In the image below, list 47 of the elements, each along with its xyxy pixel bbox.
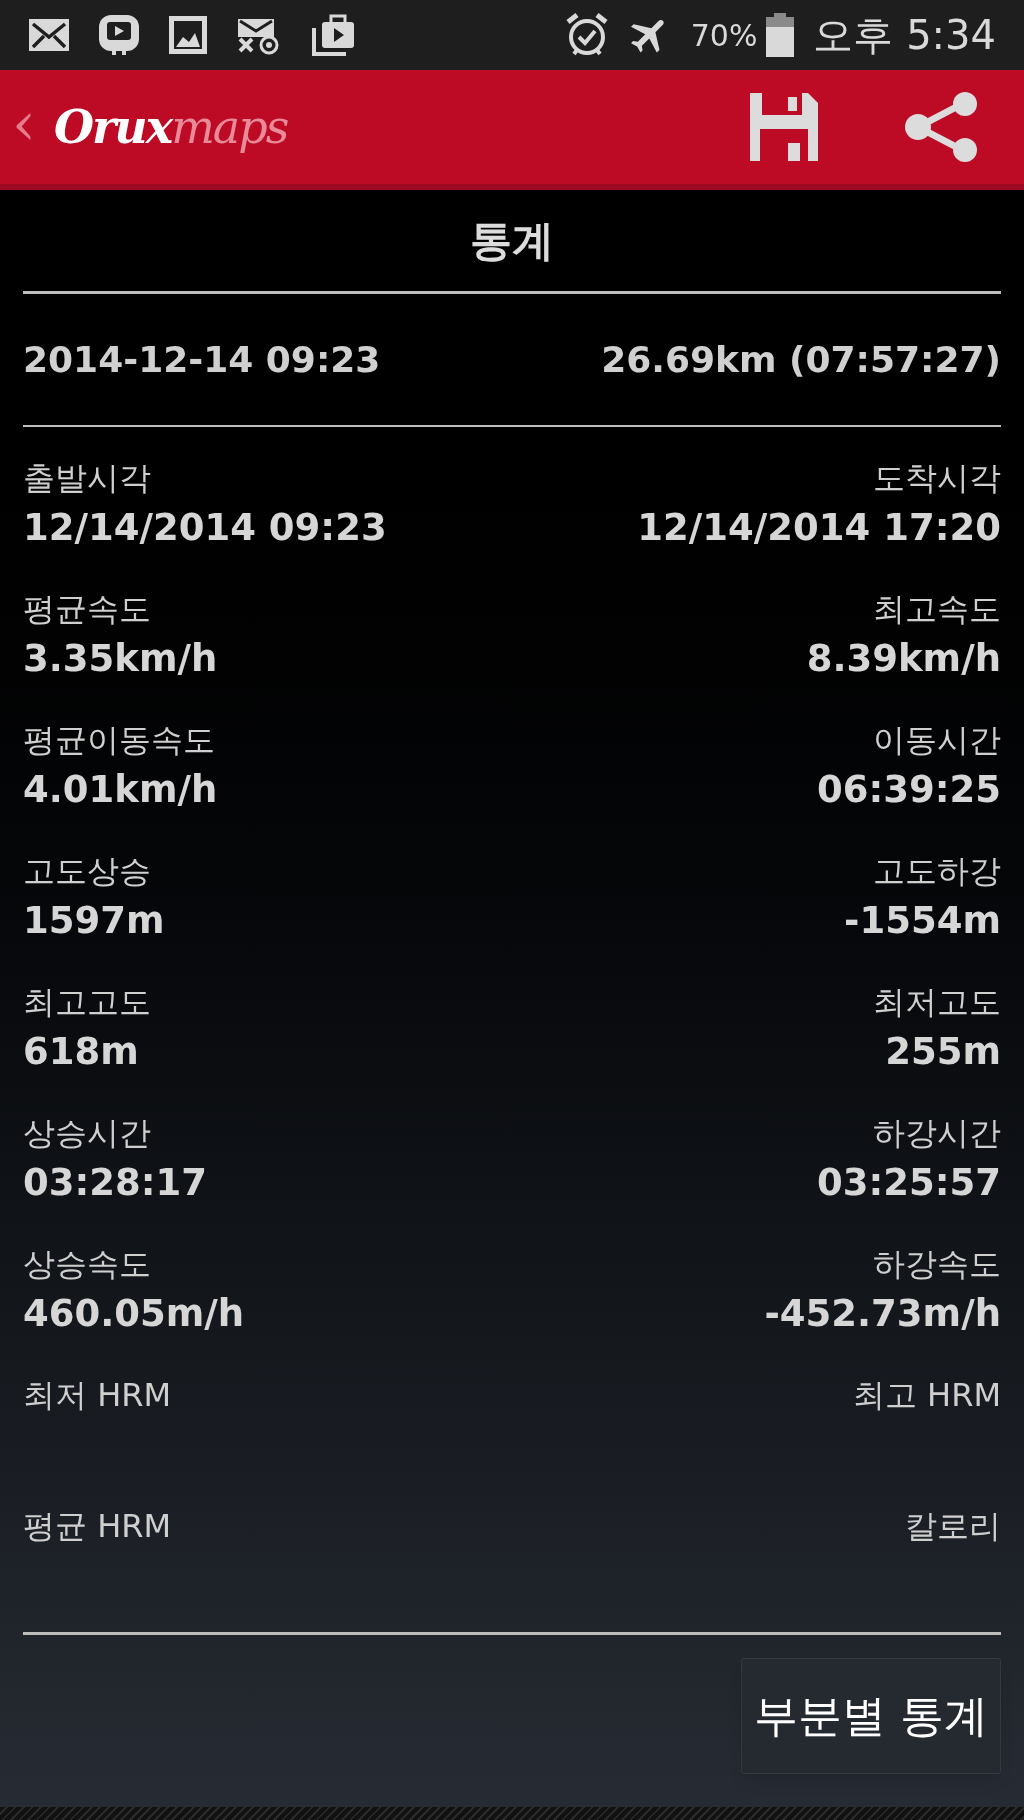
alarm-clock-icon: [564, 12, 609, 58]
app-icon: [98, 14, 140, 56]
stat-value: 12/14/2014 17:20: [637, 505, 1001, 551]
stat-value: 1597m: [23, 898, 165, 944]
stat-label: 상승속도: [23, 1244, 151, 1285]
stat-label: 하강시간: [873, 1113, 1001, 1154]
date-time: 2014-12-14 09:23: [23, 337, 381, 382]
briefcase-icon: [312, 14, 356, 56]
stat-label: 도착시각: [873, 458, 1001, 499]
mail-icon: [28, 18, 70, 52]
stat-value: 06:39:25: [816, 767, 1001, 813]
stat-value: 4.01km/h: [23, 767, 218, 813]
image-icon: [168, 15, 208, 55]
stat-value: 8.39km/h: [806, 636, 1001, 682]
stat-value: 618m: [23, 1029, 139, 1075]
stat-label: 상승시간: [23, 1113, 151, 1154]
stat-label: 최저고도: [873, 982, 1001, 1023]
stat-value: -1554m: [844, 898, 1001, 944]
stat-label: 칼로리: [905, 1506, 1001, 1547]
stat-label: 최고속도: [873, 589, 1001, 630]
stat-label: 고도하강: [873, 851, 1001, 892]
stat-label: 하강속도: [873, 1244, 1001, 1285]
stat-label: 평균이동속도: [23, 720, 215, 761]
stat-value: 3.35km/h: [23, 636, 218, 682]
stat-value: 460.05m/h: [23, 1291, 245, 1337]
stat-value: 255m: [885, 1029, 1001, 1075]
stat-label: 최고 HRM: [852, 1375, 1001, 1416]
stat-label: 최고고도: [23, 982, 151, 1023]
stat-label: 고도상승: [23, 851, 151, 892]
distance-duration: 26.69km (07:57:27): [601, 337, 1001, 382]
stat-label: 평균속도: [23, 589, 151, 630]
stat-label: 이동시간: [873, 720, 1001, 761]
save-icon[interactable]: [748, 91, 820, 163]
stat-label: 최저 HRM: [23, 1375, 172, 1416]
stat-value: 12/14/2014 09:23: [23, 505, 387, 551]
logo-text: Orux: [54, 98, 172, 156]
stat-value: 03:28:17: [23, 1160, 208, 1206]
clock-time: 오후 5:34: [813, 11, 996, 60]
share-icon[interactable]: [904, 91, 980, 163]
screen-title: 통계: [470, 215, 554, 267]
stat-label: 출발시각: [23, 458, 151, 499]
segment-stats-button[interactable]: 부분별 통계: [741, 1658, 1001, 1774]
battery-percent: 70%: [690, 16, 758, 55]
stat-label: 평균 HRM: [23, 1506, 172, 1547]
stat-value: 03:25:57: [816, 1160, 1001, 1206]
battery-icon: [765, 12, 796, 58]
stat-value: -452.73m/h: [764, 1291, 1001, 1337]
